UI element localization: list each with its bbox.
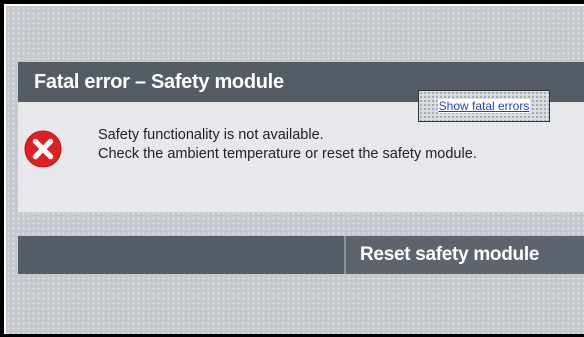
error-message-line-1: Safety functionality is not available. <box>98 127 324 143</box>
error-icon <box>24 130 62 168</box>
dialog-title: Fatal error – Safety module <box>34 70 284 93</box>
dialog-action-bar: Reset safety module <box>18 236 584 274</box>
reset-button-label: Reset safety module <box>360 244 540 265</box>
show-fatal-errors-link[interactable]: Show fatal errors <box>437 99 531 113</box>
reset-safety-module-button[interactable]: Reset safety module <box>344 236 584 274</box>
error-message-line-2: Check the ambient temperature or reset t… <box>98 146 477 162</box>
show-fatal-errors-button[interactable]: Show fatal errors <box>418 90 550 122</box>
